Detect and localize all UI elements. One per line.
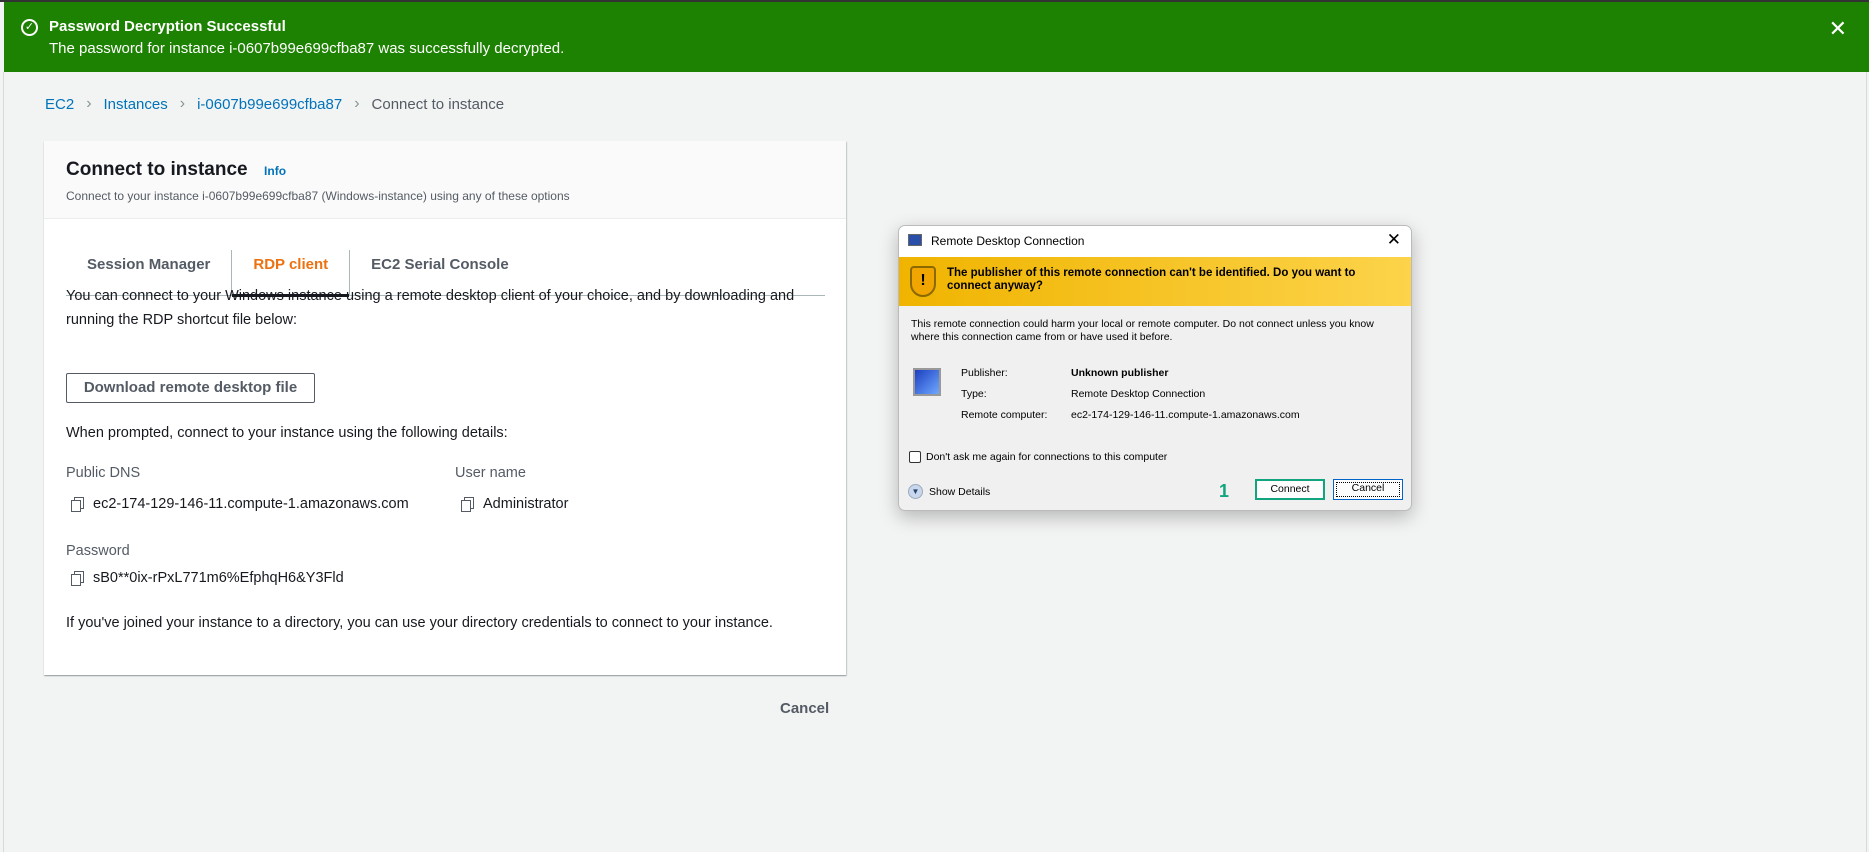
- breadcrumb-instances[interactable]: Instances: [104, 96, 168, 113]
- warning-text: The publisher of this remote connection …: [947, 267, 1356, 292]
- rdp-intro: You can connect to your Windows instance…: [66, 288, 795, 328]
- breadcrumb: EC2 › Instances › i-0607b99e699cfba87 › …: [45, 95, 504, 113]
- prompt-text: When prompted, connect to your instance …: [66, 425, 508, 441]
- info-link[interactable]: Info: [264, 164, 286, 178]
- notification-message: The password for instance i-0607b99e699c…: [49, 40, 565, 57]
- password-value: sB0**0ix-rPxL771m6%EfphqH6&Y3Fld: [93, 570, 344, 586]
- publisher-label: Publisher:: [961, 367, 1008, 379]
- divider: [3, 72, 4, 852]
- chevron-right-icon: ›: [86, 95, 92, 112]
- warning-shield-icon: !: [910, 266, 936, 297]
- remote-computer-label: Remote computer:: [961, 409, 1048, 421]
- copy-icon[interactable]: [461, 497, 474, 512]
- public-dns-label: Public DNS: [66, 465, 141, 481]
- username-label: User name: [455, 465, 526, 481]
- page-title: Connect to instance: [66, 159, 248, 180]
- directory-note: If you've joined your instance to a dire…: [66, 615, 773, 631]
- cancel-button[interactable]: Cancel: [780, 700, 829, 717]
- rdp-app-icon: [908, 234, 922, 246]
- warning-banner: ! The publisher of this remote connectio…: [899, 257, 1411, 306]
- remote-desktop-dialog: Remote Desktop Connection ✕ ! The publis…: [898, 225, 1412, 511]
- dialog-message: This remote connection could harm your l…: [911, 318, 1374, 343]
- remote-computer-value: ec2-174-129-146-11.compute-1.amazonaws.c…: [1071, 409, 1300, 421]
- checkbox-label: Don't ask me again for connections to th…: [926, 451, 1168, 463]
- show-details-toggle[interactable]: ▼ Show Details: [908, 484, 990, 499]
- breadcrumb-ec2[interactable]: EC2: [45, 96, 74, 113]
- dialog-cancel-button[interactable]: Cancel: [1333, 479, 1403, 500]
- notification-title: Password Decryption Successful: [49, 18, 286, 35]
- breadcrumb-instance-id[interactable]: i-0607b99e699cfba87: [197, 96, 342, 113]
- card-header: Connect to instance Info Connect to your…: [44, 141, 846, 219]
- connect-button[interactable]: Connect: [1255, 479, 1325, 500]
- card-subtitle: Connect to your instance i-0607b99e699cf…: [66, 189, 570, 203]
- chevron-right-icon: ›: [179, 95, 186, 112]
- password-label: Password: [66, 543, 130, 559]
- step-marker: 1: [1219, 481, 1230, 501]
- computer-icon: [913, 368, 941, 396]
- check-circle-icon: ✓: [21, 19, 38, 36]
- dialog-titlebar: Remote Desktop Connection ✕: [899, 226, 1411, 257]
- close-icon[interactable]: ✕: [1829, 16, 1847, 42]
- chevron-down-icon: ▼: [908, 484, 923, 499]
- success-notification: ✓ Password Decryption Successful The pas…: [4, 2, 1869, 72]
- copy-icon[interactable]: [71, 571, 84, 586]
- checkbox-box[interactable]: [909, 451, 921, 463]
- dialog-title: Remote Desktop Connection: [931, 234, 1085, 248]
- username-value: Administrator: [483, 496, 569, 512]
- connect-card: Connect to instance Info Connect to your…: [44, 141, 846, 675]
- close-icon[interactable]: ✕: [1387, 230, 1401, 250]
- dont-ask-checkbox[interactable]: Don't ask me again for connections to th…: [909, 451, 1167, 463]
- public-dns-value: ec2-174-129-146-11.compute-1.amazonaws.c…: [93, 496, 409, 512]
- show-details-label: Show Details: [929, 485, 991, 498]
- breadcrumb-current: Connect to instance: [371, 95, 505, 113]
- chevron-right-icon: ›: [354, 95, 360, 112]
- download-rdp-file-button[interactable]: Download remote desktop file: [66, 373, 315, 403]
- type-label: Type:: [961, 388, 987, 400]
- type-value: Remote Desktop Connection: [1071, 388, 1206, 400]
- publisher-value: Unknown publisher: [1071, 367, 1169, 379]
- divider: [1866, 72, 1867, 852]
- copy-icon[interactable]: [71, 497, 84, 512]
